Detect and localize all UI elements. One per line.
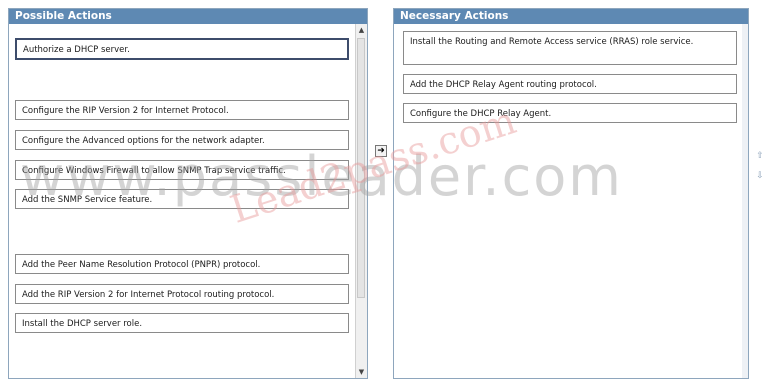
arrow-up-icon: ⇧ [756,151,764,161]
necessary-action-item[interactable]: Configure the DHCP Relay Agent. [403,103,737,123]
scroll-down-icon[interactable]: ▼ [356,366,367,378]
possible-action-item[interactable]: Authorize a DHCP server. [15,38,349,60]
possible-actions-header: Possible Actions [9,9,367,24]
possible-action-item[interactable]: Add the Peer Name Resolution Protocol (P… [15,254,349,274]
move-down-button[interactable]: ⇩ [755,170,765,182]
possible-action-item[interactable]: Add the RIP Version 2 for Internet Proto… [15,284,349,304]
move-right-button[interactable]: ➜ [375,145,387,157]
necessary-actions-header: Necessary Actions [394,9,748,24]
necessary-action-item[interactable]: Add the DHCP Relay Agent routing protoco… [403,74,737,94]
scroll-up-icon[interactable]: ▲ [356,24,367,36]
possible-action-item[interactable]: Install the DHCP server role. [15,313,349,333]
possible-action-item[interactable]: Configure the RIP Version 2 for Internet… [15,100,349,120]
necessary-action-item[interactable]: Install the Routing and Remote Access se… [403,31,737,65]
possible-action-item[interactable]: Configure the Advanced options for the n… [15,130,349,150]
scrollbar-thumb[interactable] [357,38,365,298]
arrow-right-icon: ➜ [377,146,385,156]
arrow-down-icon: ⇩ [756,171,764,181]
possible-action-item[interactable]: Add the SNMP Service feature. [15,189,349,209]
possible-actions-list: Authorize a DHCP server. Configure the R… [9,24,367,378]
possible-actions-panel: Possible Actions Authorize a DHCP server… [8,8,368,379]
move-up-button[interactable]: ⇧ [755,150,765,162]
possible-actions-scrollbar[interactable]: ▲ ▼ [355,24,367,378]
necessary-actions-scroll-track [742,24,748,378]
possible-action-item[interactable]: Configure Windows Firewall to allow SNMP… [15,160,349,180]
necessary-actions-panel: Necessary Actions Install the Routing an… [393,8,749,379]
necessary-actions-list: Install the Routing and Remote Access se… [394,24,748,378]
